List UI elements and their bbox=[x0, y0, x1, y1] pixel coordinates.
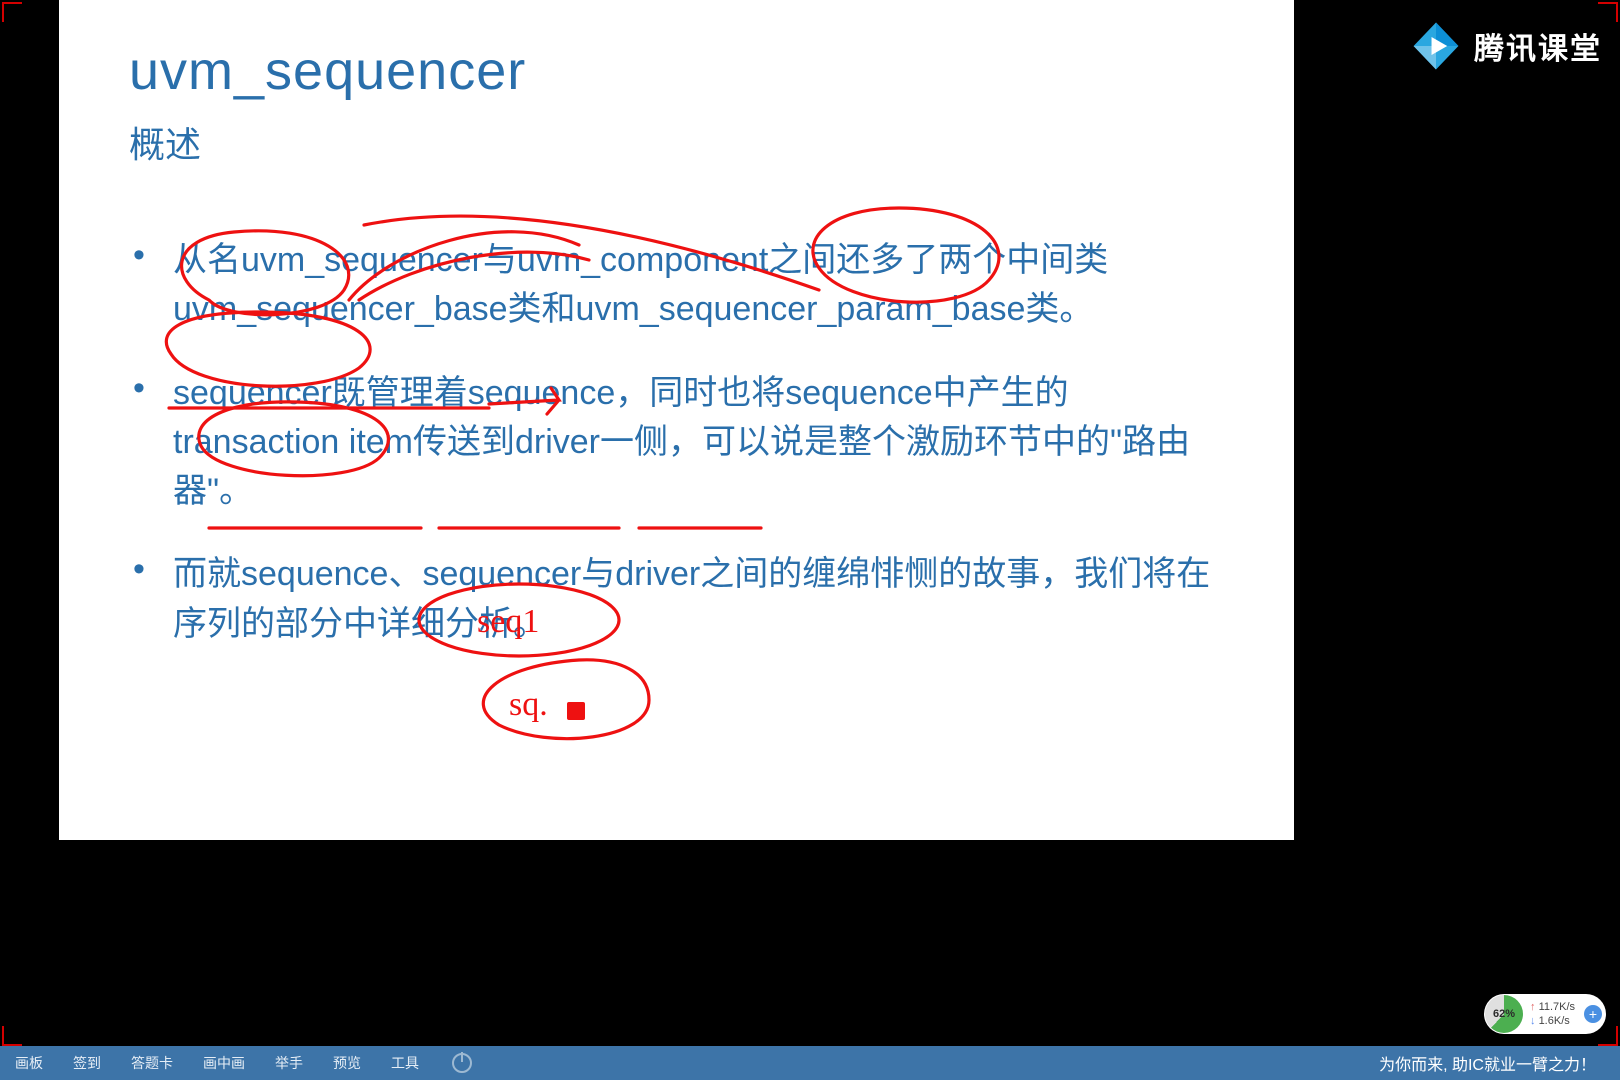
toolbar-raisehand[interactable]: 举手 bbox=[260, 1053, 318, 1073]
tencent-ke-logo: 腾讯课堂 bbox=[1408, 18, 1602, 74]
red-corner-br bbox=[1598, 1026, 1618, 1046]
bullet-dot: • bbox=[129, 236, 173, 335]
pen-cursor bbox=[567, 702, 585, 720]
logo-text: 腾讯课堂 bbox=[1474, 24, 1602, 68]
bottom-toolbar: 画板 签到 答题卡 画中画 举手 预览 工具 为你而来, 助IC就业一臂之力！ bbox=[0, 1046, 1620, 1080]
bullet-list: • 从名uvm_sequencer与uvm_component之间还多了两个中间… bbox=[129, 236, 1224, 649]
net-speeds: 11.7K/s 1.6K/s bbox=[1524, 1000, 1584, 1029]
red-corner-tl bbox=[2, 2, 22, 22]
bullet-text: sequencer既管理着sequence，同时也将sequence中产生的tr… bbox=[173, 369, 1224, 517]
bullet-text: 而就sequence、sequencer与driver之间的缠绵悱恻的故事，我们… bbox=[173, 550, 1224, 649]
bullet-item: • 而就sequence、sequencer与driver之间的缠绵悱恻的故事，… bbox=[129, 550, 1224, 649]
net-add-button[interactable]: + bbox=[1584, 1005, 1602, 1023]
bullet-text: 从名uvm_sequencer与uvm_component之间还多了两个中间类u… bbox=[173, 236, 1224, 335]
net-percent: 62% bbox=[1485, 995, 1523, 1033]
svg-text:sq.: sq. bbox=[509, 686, 548, 723]
net-download: 1.6K/s bbox=[1530, 1014, 1584, 1028]
slide-subtitle: 概述 bbox=[129, 116, 1224, 168]
network-widget[interactable]: 62% 11.7K/s 1.6K/s + bbox=[1484, 994, 1606, 1034]
toolbar-checkin[interactable]: 签到 bbox=[58, 1053, 116, 1073]
bullet-dot: • bbox=[129, 369, 173, 517]
bullet-item: • 从名uvm_sequencer与uvm_component之间还多了两个中间… bbox=[129, 236, 1224, 335]
play-diamond-icon bbox=[1408, 18, 1464, 74]
red-corner-bl bbox=[2, 1026, 22, 1046]
toolbar-answer[interactable]: 答题卡 bbox=[116, 1053, 188, 1073]
tagline: 为你而来, 助IC就业一臂之力！ bbox=[1379, 1051, 1620, 1075]
bullet-item: • sequencer既管理着sequence，同时也将sequence中产生的… bbox=[129, 369, 1224, 517]
slide-title: uvm_sequencer bbox=[129, 40, 1224, 102]
toolbar-whiteboard[interactable]: 画板 bbox=[0, 1053, 58, 1073]
power-icon[interactable] bbox=[452, 1053, 472, 1073]
toolbar-preview[interactable]: 预览 bbox=[318, 1053, 376, 1073]
toolbar-tools[interactable]: 工具 bbox=[376, 1053, 434, 1073]
toolbar-pip[interactable]: 画中画 bbox=[188, 1053, 260, 1073]
slide-stage: uvm_sequencer 概述 • 从名uvm_sequencer与uvm_c… bbox=[59, 0, 1294, 840]
bullet-dot: • bbox=[129, 550, 173, 649]
net-upload: 11.7K/s bbox=[1530, 1000, 1584, 1014]
